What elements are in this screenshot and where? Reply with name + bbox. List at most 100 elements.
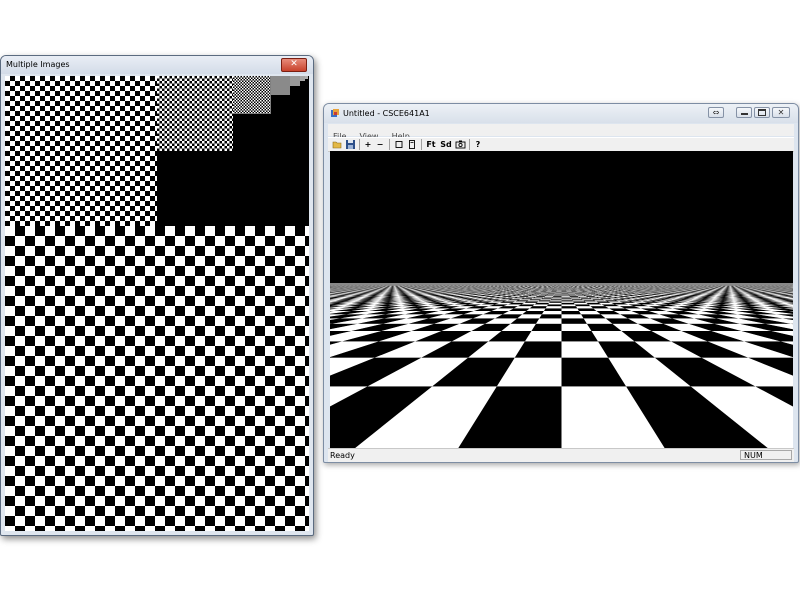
minimize-icon: [740, 113, 748, 115]
floor-tile: [573, 302, 589, 305]
open-folder-icon[interactable]: [332, 139, 343, 150]
restore-icon[interactable]: ⇔: [708, 107, 724, 118]
floor-tile: [551, 297, 562, 299]
toolbar-separator: [421, 139, 422, 150]
floor-tile: [545, 295, 554, 297]
floor-tile: [548, 302, 562, 305]
floor-tile: [570, 297, 581, 299]
floor-tile: [539, 294, 548, 295]
floor-tile: [576, 294, 585, 296]
floor-tile: [577, 295, 586, 297]
floor-tile: [561, 306, 578, 309]
floor-tile: [536, 301, 550, 303]
floor-tile: [553, 295, 562, 297]
floor-tile: [537, 295, 546, 297]
floor-tile: [532, 304, 549, 307]
floor-tile: [583, 300, 597, 302]
floor-tile: [578, 296, 589, 298]
menu-bar: File View Help: [328, 124, 794, 141]
floor-tile: [568, 294, 578, 296]
floor-tile: [575, 306, 594, 309]
floor-tile: [530, 294, 540, 296]
floor-tile: [569, 296, 579, 297]
close-button[interactable]: ✕: [281, 58, 307, 72]
floor-tile: [545, 306, 562, 309]
floor-tile: [561, 323, 592, 331]
floor-tile: [529, 306, 548, 309]
floor-tile: [531, 294, 541, 295]
floor-tile: [583, 294, 593, 296]
floor-tile: [571, 298, 582, 300]
floor-tile: [532, 297, 544, 299]
window-title: Untitled - CSCE641A1: [343, 109, 430, 118]
floor-tile: [542, 297, 553, 299]
floor-tile: [539, 299, 552, 301]
floor-tile: [561, 298, 572, 300]
checkerboard-level-0: [5, 226, 309, 531]
fit-button[interactable]: Ft: [425, 139, 437, 150]
checkerboard-level-3: [233, 76, 271, 114]
floor-tile: [561, 318, 587, 324]
floor-tile: [539, 314, 562, 319]
floor-tile: [561, 308, 579, 311]
minimize-button[interactable]: [736, 107, 752, 118]
floor-tile: [585, 296, 596, 297]
floor-tile: [579, 297, 591, 299]
floor-tile: [527, 296, 538, 297]
floor-tile: [575, 294, 584, 295]
floor-tile: [553, 294, 562, 296]
floor-tile: [568, 294, 577, 295]
floor-tile: [554, 294, 562, 295]
floor-tile: [538, 294, 547, 296]
main-app-window[interactable]: Untitled - CSCE641A1 ⇔ ✕ File View Help …: [323, 103, 799, 463]
floor-tile: [550, 299, 562, 301]
checkerboard-level-7: [305, 76, 308, 79]
floor-tile: [528, 295, 539, 297]
title-bar[interactable]: Untitled - CSCE641A1 ⇔ ✕: [324, 104, 798, 123]
floor-tile: [551, 298, 562, 300]
floor-tile: [544, 308, 562, 311]
floor-tile: [561, 297, 572, 299]
title-bar[interactable]: Multiple Images ✕: [1, 56, 313, 74]
floor-tile: [531, 323, 562, 331]
floor-tile: [546, 294, 555, 295]
maximize-button[interactable]: [754, 107, 770, 118]
floor-tile: [552, 296, 562, 297]
close-button[interactable]: ✕: [772, 107, 790, 118]
floor-tile: [582, 294, 592, 295]
floor-tile: [531, 298, 543, 300]
zoom-out-button[interactable]: −: [375, 139, 385, 150]
floor-tile: [561, 314, 584, 319]
floor-tile: [561, 294, 569, 295]
floor-tile: [549, 300, 562, 302]
floor-tile: [561, 295, 570, 297]
floor-tile: [561, 311, 582, 315]
toolbar-separator: [359, 139, 360, 150]
maximize-icon: [758, 109, 766, 116]
page-icon[interactable]: [407, 139, 417, 150]
floor-tile: [543, 296, 553, 298]
toolbar: + − Ft Sd ?: [328, 137, 794, 152]
floor-tile: [549, 301, 562, 303]
checkerboard-level-5: [290, 76, 300, 86]
floor-tile: [573, 301, 587, 303]
zoom-in-button[interactable]: +: [363, 139, 373, 150]
save-icon[interactable]: [345, 139, 356, 150]
help-button[interactable]: ?: [473, 139, 483, 150]
camera-icon[interactable]: [455, 139, 466, 150]
floor-tile: [561, 296, 571, 298]
floor-tile: [535, 296, 546, 297]
app-icon: [331, 109, 339, 117]
floor-tile: [544, 296, 554, 297]
floor-tile: [561, 299, 573, 301]
multiple-images-window[interactable]: Multiple Images ✕: [0, 55, 314, 536]
floor-tile: [552, 296, 562, 298]
floor-tile: [584, 295, 595, 297]
floor-tile: [561, 302, 575, 305]
image-canvas: [5, 76, 309, 531]
shade-button[interactable]: Sd: [440, 139, 452, 150]
checkerboard-level-1: [5, 76, 157, 226]
floor-tile: [580, 298, 592, 300]
floor-tile: [526, 300, 540, 302]
square-icon[interactable]: [394, 139, 404, 150]
